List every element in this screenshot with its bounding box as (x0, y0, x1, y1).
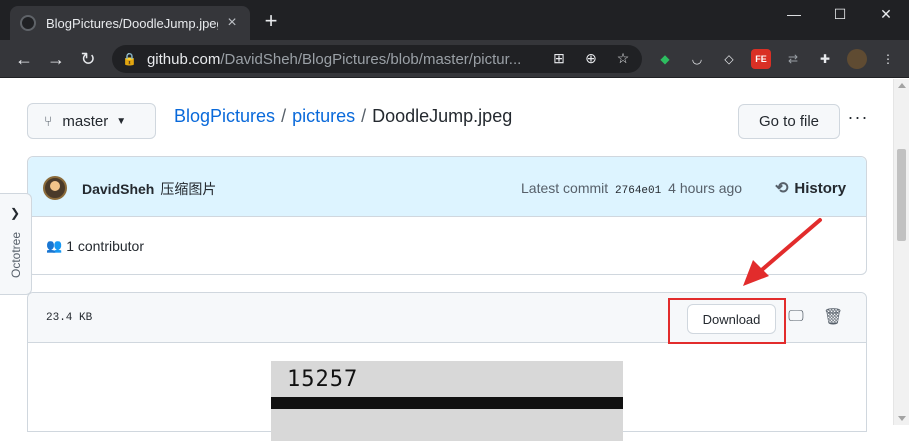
commit-author[interactable]: DavidSheh (82, 181, 154, 197)
latest-commit-label: Latest commit (521, 180, 609, 196)
page-scrollbar[interactable] (893, 79, 909, 425)
extension-icon[interactable]: ⇄ (783, 49, 803, 69)
minimize-button[interactable]: — (771, 0, 817, 28)
file-header: 23.4 KB Download 🖵 🗑 (28, 293, 866, 344)
branch-name: master (62, 112, 109, 130)
more-options-icon[interactable]: ··· (846, 107, 870, 127)
image-preview: 15257 (271, 361, 623, 441)
close-window-button[interactable]: ✕ (863, 0, 909, 28)
chrome-menu-icon[interactable]: ⋮ (878, 49, 898, 69)
history-label: History (794, 179, 847, 197)
tab-close-icon[interactable]: × (224, 14, 240, 32)
commit-message[interactable]: 压缩图片 (160, 181, 216, 197)
commit-sha-link[interactable]: 2764e01 (615, 185, 661, 197)
annotation-arrow-icon (743, 218, 822, 286)
browser-tab-bar: BlogPictures/DoodleJump.jpeg × + — ☐ ✕ (0, 0, 909, 40)
lock-icon: 🔒 (122, 52, 137, 66)
reload-icon[interactable]: ↻ (76, 47, 100, 71)
fe-extension-icon[interactable]: FE (751, 49, 771, 69)
contributors-count: 1 contributor (66, 238, 145, 254)
breadcrumb-separator: / (281, 106, 287, 126)
tab-title: BlogPictures/DoodleJump.jpeg (46, 15, 218, 31)
back-icon[interactable]: ← (12, 47, 36, 71)
new-tab-button[interactable]: + (260, 10, 282, 32)
caret-down-icon: ▼ (116, 115, 127, 127)
browser-toolbar: ← → ↻ 🔒 github.com /DavidSheh/BlogPictur… (0, 40, 909, 78)
file-viewer: 23.4 KB Download 🖵 🗑 15257 (27, 292, 867, 441)
zoom-icon[interactable]: ⊕ (582, 49, 600, 67)
breadcrumb-folder-link[interactable]: pictures (292, 106, 355, 126)
pocket-extension-icon[interactable]: ◡ (687, 49, 707, 69)
preview-handwritten-number: 15257 (287, 367, 359, 392)
latest-commit-header: DavidSheh 压缩图片 Latest commit 2764e01 4 ho… (28, 157, 866, 217)
maximize-button[interactable]: ☐ (817, 0, 863, 28)
bookmark-star-icon[interactable]: ☆ (614, 49, 632, 67)
scroll-down-arrow-icon[interactable] (898, 416, 906, 421)
puzzle-extensions-icon[interactable]: ✚ (815, 49, 835, 69)
octotree-label: Octotree (9, 231, 23, 279)
translate-icon[interactable]: ⊞ (550, 49, 568, 67)
download-button[interactable]: Download (687, 304, 776, 334)
go-to-file-button[interactable]: Go to file (738, 104, 840, 139)
browser-tab[interactable]: BlogPictures/DoodleJump.jpeg × (10, 6, 250, 40)
display-desktop-icon[interactable]: 🖵 (786, 308, 806, 328)
contributors-link[interactable]: 👥 1 contributor (46, 238, 144, 254)
octotree-sidebar-toggle[interactable]: ❯ Octotree (0, 193, 32, 295)
branch-select-button[interactable]: ⑂ master ▼ (27, 103, 156, 139)
breadcrumb-separator: / (361, 106, 367, 126)
evernote-extension-icon[interactable]: ◆ (655, 49, 675, 69)
file-size: 23.4 KB (46, 312, 93, 324)
forward-icon[interactable]: → (44, 47, 68, 71)
avatar[interactable] (43, 176, 67, 200)
latest-commit-info: Latest commit 2764e01 4 hours ago (521, 180, 742, 197)
diamond-extension-icon[interactable]: ◇ (719, 49, 739, 69)
git-branch-icon: ⑂ (44, 113, 53, 129)
preview-dark-strip (271, 397, 623, 409)
commit-author-line: DavidSheh 压缩图片 (82, 179, 216, 199)
profile-avatar[interactable] (847, 49, 867, 69)
people-icon: 👥 (46, 238, 63, 253)
commit-time: 4 hours ago (668, 180, 743, 196)
scrollbar-thumb[interactable] (897, 149, 906, 241)
history-button[interactable]: ⟲ History (775, 178, 846, 198)
breadcrumb-current-file: DoodleJump.jpeg (372, 106, 513, 126)
breadcrumb: BlogPictures / pictures / DoodleJump.jpeg (174, 106, 512, 127)
trash-icon[interactable]: 🗑 (823, 307, 843, 327)
chevron-right-icon: ❯ (10, 206, 21, 220)
scroll-up-arrow-icon[interactable] (898, 83, 906, 88)
breadcrumb-repo-link[interactable]: BlogPictures (174, 106, 275, 126)
history-clock-icon: ⟲ (775, 180, 789, 197)
github-favicon-icon (20, 15, 36, 31)
url-path: /DavidSheh/BlogPictures/blob/master/pict… (220, 50, 522, 68)
url-host: github.com (146, 50, 221, 68)
address-bar[interactable]: 🔒 github.com /DavidSheh/BlogPictures/blo… (112, 45, 642, 73)
